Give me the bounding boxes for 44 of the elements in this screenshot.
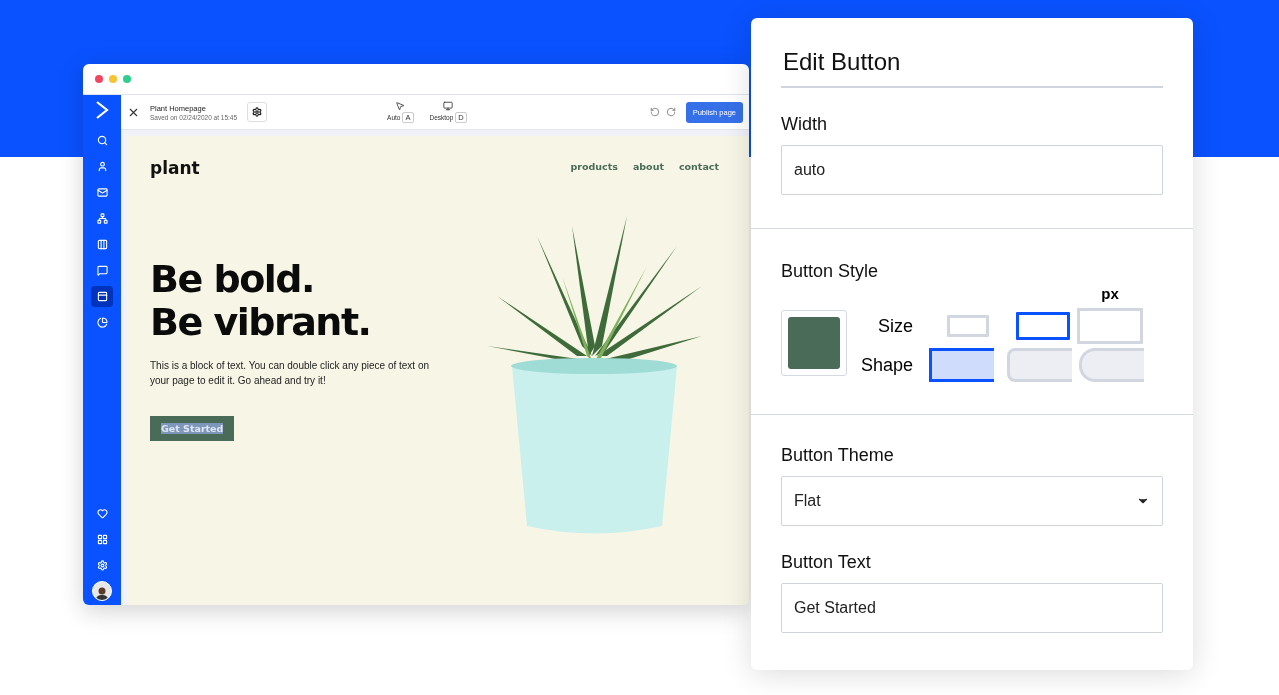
nav-link[interactable]: contact — [678, 161, 719, 172]
size-option[interactable] — [1016, 312, 1070, 340]
maximize-dot[interactable] — [123, 75, 131, 83]
avatar[interactable] — [92, 581, 112, 601]
field-label: Button Text — [781, 552, 872, 573]
headline: Be bold. — [150, 258, 315, 301]
grid-icon — [96, 534, 108, 545]
shape-option[interactable] — [929, 348, 994, 382]
settings-button[interactable] — [247, 102, 268, 122]
button-text-field[interactable]: Get Started — [781, 583, 1163, 633]
pie-chart-icon — [96, 317, 108, 328]
minimize-dot[interactable] — [109, 75, 117, 83]
gear-icon — [252, 107, 263, 117]
hierarchy-icon — [96, 213, 108, 224]
cursor-icon[interactable] — [395, 101, 406, 111]
field-label: Button Theme — [781, 445, 895, 466]
color-picker[interactable] — [781, 310, 847, 376]
redo-icon[interactable] — [665, 107, 676, 117]
sidebar-item[interactable] — [91, 286, 113, 307]
field-label: Button Style — [781, 261, 880, 282]
undo-icon[interactable] — [649, 107, 660, 117]
heart-icon — [96, 508, 108, 519]
envelope-icon — [96, 187, 108, 198]
browser-window-icon — [96, 291, 108, 302]
width-field[interactable]: auto — [781, 145, 1163, 195]
columns-icon — [96, 239, 108, 250]
site-logo: plant — [150, 158, 201, 178]
nav-link[interactable]: products — [570, 161, 618, 172]
panel-title: Edit Button — [781, 48, 1163, 88]
monitor-icon[interactable] — [443, 101, 454, 111]
unit-label: px — [1101, 284, 1119, 302]
nav-link[interactable]: about — [632, 161, 664, 172]
search-icon — [96, 135, 108, 146]
settings-icon — [96, 560, 108, 571]
theme-select[interactable]: Flat — [781, 476, 1163, 526]
shape-label: Shape — [860, 354, 913, 376]
chat-bubble-icon — [96, 265, 108, 276]
size-label: Size — [878, 315, 913, 337]
person-icon — [96, 161, 108, 172]
close-dot[interactable] — [95, 75, 103, 83]
headline: Be vibrant. — [150, 301, 372, 344]
body-text: This is a block of text. You can double click any piece of text on your page to edit it. Go ahead and try it! — [150, 359, 431, 388]
field-label: Width — [781, 114, 828, 135]
chevron-logo-icon[interactable] — [95, 101, 109, 119]
